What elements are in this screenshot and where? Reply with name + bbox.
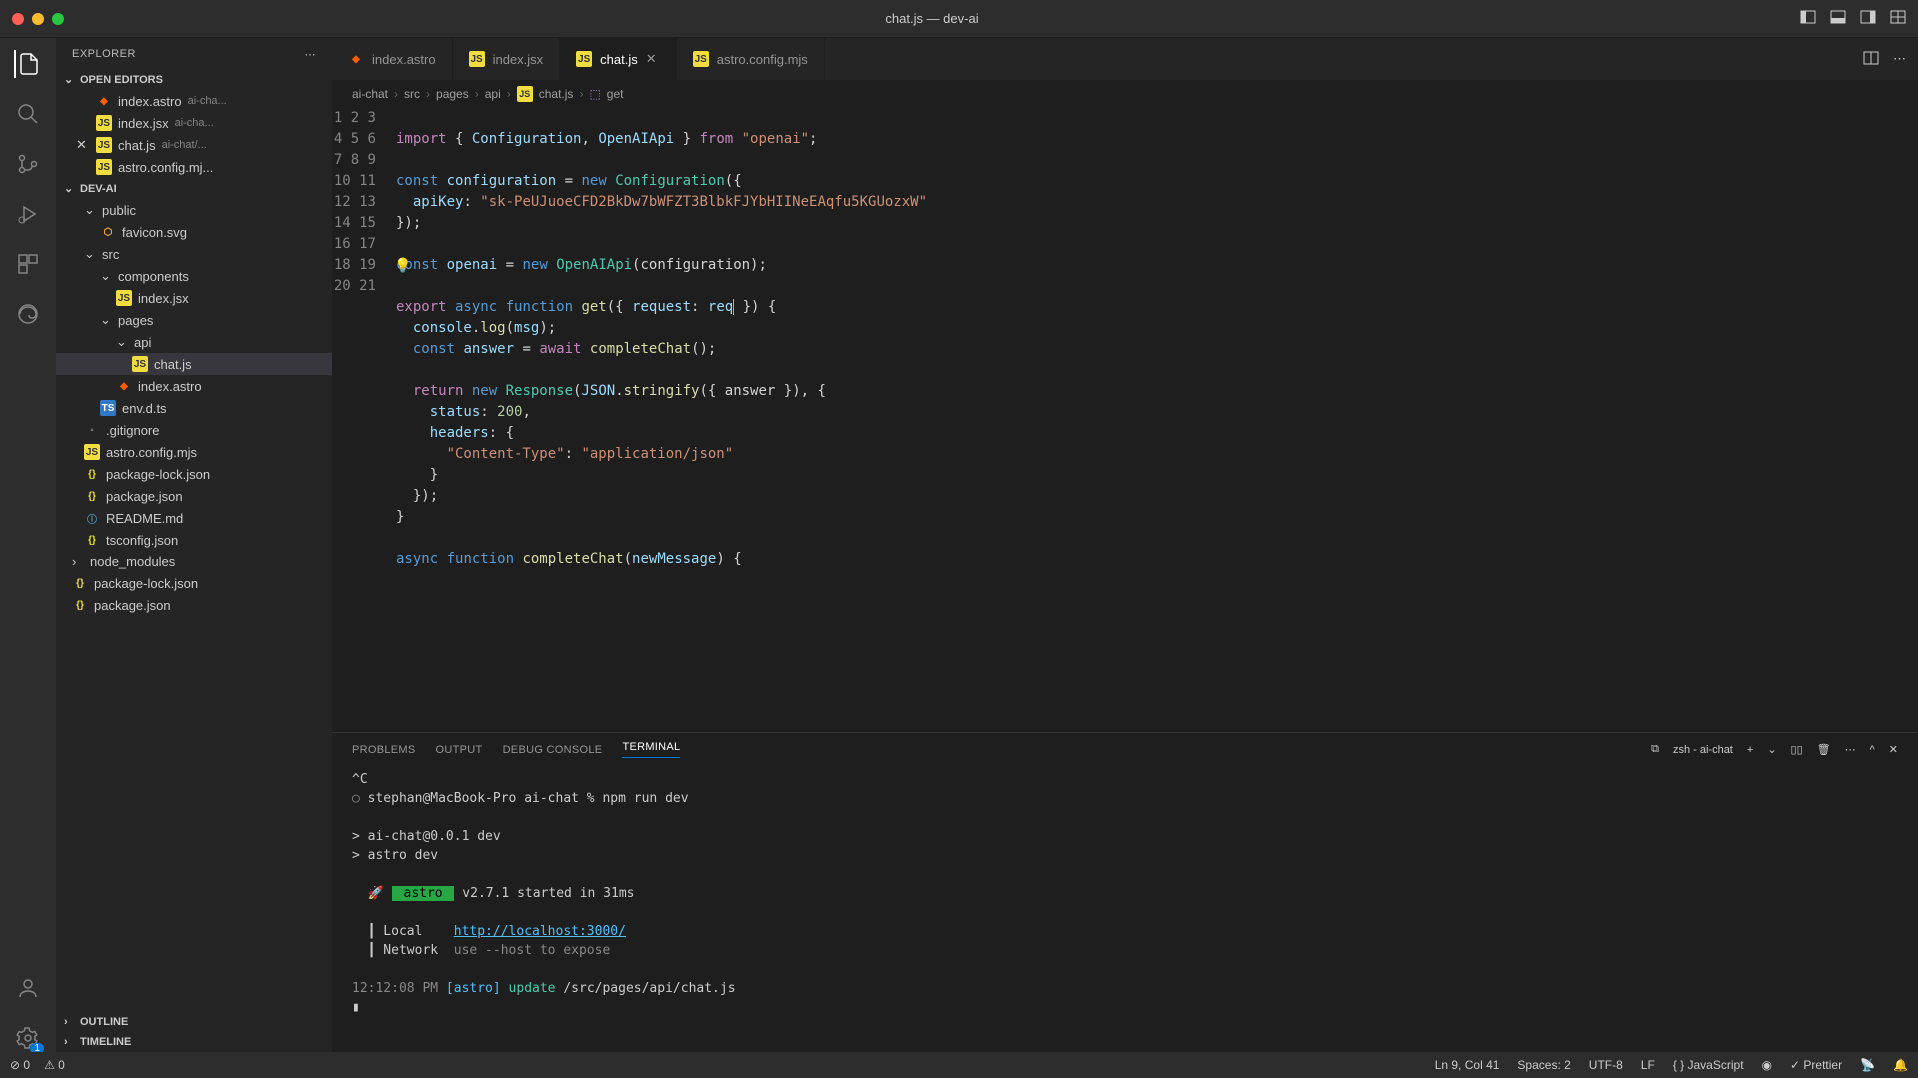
tab-index-jsx[interactable]: JSindex.jsx — [453, 38, 561, 80]
file-indexjsx[interactable]: JSindex.jsx — [56, 287, 332, 309]
status-eol[interactable]: LF — [1641, 1058, 1655, 1072]
new-terminal-icon[interactable]: + — [1747, 744, 1753, 756]
debug-icon[interactable] — [14, 200, 42, 228]
close-window[interactable] — [12, 13, 24, 25]
terminal-shell-icon[interactable]: ⧉ — [1651, 743, 1659, 756]
terminal-output[interactable]: ^C ○ stephan@MacBook-Pro ai-chat % npm r… — [332, 766, 1918, 1052]
status-errors[interactable]: ⊘ 0 — [10, 1058, 30, 1072]
panel-right-icon[interactable] — [1860, 9, 1876, 28]
open-editor-item[interactable]: ◆index.astroai-cha... — [56, 90, 332, 112]
file-favicon[interactable]: ⬡favicon.svg — [56, 221, 332, 243]
folder-components[interactable]: ⌄components — [56, 265, 332, 287]
edge-icon[interactable] — [14, 300, 42, 328]
folder-api[interactable]: ⌄api — [56, 331, 332, 353]
activity-bar — [0, 38, 56, 1052]
code-editor[interactable]: 1 2 3 4 5 6 7 8 9 10 11 12 13 14 15 16 1… — [332, 108, 1918, 732]
status-encoding[interactable]: UTF-8 — [1589, 1058, 1623, 1072]
terminal-shell-label: zsh - ai-chat — [1673, 744, 1733, 756]
timeline-section[interactable]: ›TIMELINE — [56, 1032, 332, 1052]
layout-icon[interactable] — [1890, 9, 1906, 28]
status-spaces[interactable]: Spaces: 2 — [1517, 1058, 1570, 1072]
panel-bottom-icon[interactable] — [1830, 9, 1846, 28]
close-icon[interactable]: ✕ — [76, 137, 90, 153]
status-copilot-icon[interactable]: ◉ — [1762, 1058, 1772, 1072]
more-terminal-icon[interactable]: ⋯ — [1845, 743, 1856, 756]
maximize-window[interactable] — [52, 13, 64, 25]
window-title: chat.js — dev-ai — [64, 11, 1800, 26]
file-readme[interactable]: ⓘREADME.md — [56, 507, 332, 529]
tab-debug-console[interactable]: DEBUG CONSOLE — [503, 744, 603, 756]
status-cursor-pos[interactable]: Ln 9, Col 41 — [1435, 1058, 1500, 1072]
split-editor-icon[interactable] — [1863, 50, 1879, 69]
maximize-panel-icon[interactable]: ^ — [1870, 744, 1875, 756]
minimize-window[interactable] — [32, 13, 44, 25]
file-pkglock[interactable]: {}package-lock.json — [56, 463, 332, 485]
file-indexastro[interactable]: ◆index.astro — [56, 375, 332, 397]
outline-section[interactable]: ›OUTLINE — [56, 1012, 332, 1032]
tab-chat-js[interactable]: JSchat.js✕ — [560, 38, 677, 80]
tab-problems[interactable]: PROBLEMS — [352, 744, 416, 756]
more-actions-icon[interactable]: ⋯ — [1893, 51, 1906, 67]
bottom-panel: PROBLEMS OUTPUT DEBUG CONSOLE TERMINAL ⧉… — [332, 732, 1918, 1052]
folder-nodemodules[interactable]: ›node_modules — [56, 551, 332, 572]
sidebar: EXPLORER ⋯ ⌄OPEN EDITORS ◆index.astroai-… — [56, 38, 332, 1052]
extensions-icon[interactable] — [14, 250, 42, 278]
open-editors-section[interactable]: ⌄OPEN EDITORS — [56, 69, 332, 90]
line-numbers: 1 2 3 4 5 6 7 8 9 10 11 12 13 14 15 16 1… — [332, 108, 396, 732]
split-terminal-icon[interactable]: ▯▯ — [1791, 743, 1803, 756]
account-icon[interactable] — [14, 974, 42, 1002]
open-editor-item[interactable]: JSastro.config.mj... — [56, 156, 332, 178]
tab-output[interactable]: OUTPUT — [436, 744, 483, 756]
source-control-icon[interactable] — [14, 150, 42, 178]
lightbulb-icon[interactable]: 💡 — [394, 256, 411, 277]
file-astroconfig[interactable]: JSastro.config.mjs — [56, 441, 332, 463]
window-controls — [12, 13, 64, 25]
file-pkglock2[interactable]: {}package-lock.json — [56, 572, 332, 594]
search-icon[interactable] — [14, 100, 42, 128]
status-warnings[interactable]: ⚠ 0 — [44, 1058, 65, 1072]
status-prettier[interactable]: ✓ Prettier — [1790, 1058, 1842, 1072]
breadcrumb[interactable]: ai-chat › src › pages › api › JSchat.js … — [332, 80, 1918, 108]
more-icon[interactable]: ⋯ — [305, 48, 317, 61]
folder-src[interactable]: ⌄src — [56, 243, 332, 265]
panel-toggle-icon[interactable] — [1800, 9, 1816, 28]
folder-public[interactable]: ⌄public — [56, 199, 332, 221]
explorer-title: EXPLORER — [72, 48, 136, 61]
project-section[interactable]: ⌄DEV-AI — [56, 178, 332, 199]
status-language[interactable]: { } JavaScript — [1673, 1058, 1744, 1072]
file-pkg[interactable]: {}package.json — [56, 485, 332, 507]
tab-index-astro[interactable]: ◆index.astro — [332, 38, 453, 80]
close-tab-icon[interactable]: ✕ — [646, 51, 660, 67]
file-tsconfig[interactable]: {}tsconfig.json — [56, 529, 332, 551]
open-editor-item[interactable]: JSindex.jsxai-cha... — [56, 112, 332, 134]
folder-pages[interactable]: ⌄pages — [56, 309, 332, 331]
statusbar: ⊘ 0 ⚠ 0 Ln 9, Col 41 Spaces: 2 UTF-8 LF … — [0, 1052, 1918, 1078]
file-gitignore[interactable]: ◦.gitignore — [56, 419, 332, 441]
file-envdts[interactable]: TSenv.d.ts — [56, 397, 332, 419]
status-bell-icon[interactable]: 🔔 — [1893, 1058, 1908, 1072]
kill-terminal-icon[interactable]: 🗑 — [1817, 743, 1831, 756]
status-feedback-icon[interactable]: 📡 — [1860, 1058, 1875, 1072]
close-panel-icon[interactable]: ✕ — [1889, 743, 1898, 756]
tab-terminal[interactable]: TERMINAL — [622, 741, 680, 758]
file-chatjs[interactable]: JSchat.js — [56, 353, 332, 375]
file-pkg2[interactable]: {}package.json — [56, 594, 332, 616]
open-editor-item[interactable]: ✕JSchat.jsai-chat/... — [56, 134, 332, 156]
settings-icon[interactable] — [14, 1024, 42, 1052]
terminal-dropdown-icon[interactable]: ⌄ — [1767, 743, 1776, 756]
tab-astro-config[interactable]: JSastro.config.mjs — [677, 38, 825, 80]
explorer-icon[interactable] — [14, 50, 42, 78]
tabs: ◆index.astro JSindex.jsx JSchat.js✕ JSas… — [332, 38, 1918, 80]
titlebar: chat.js — dev-ai — [0, 0, 1918, 38]
